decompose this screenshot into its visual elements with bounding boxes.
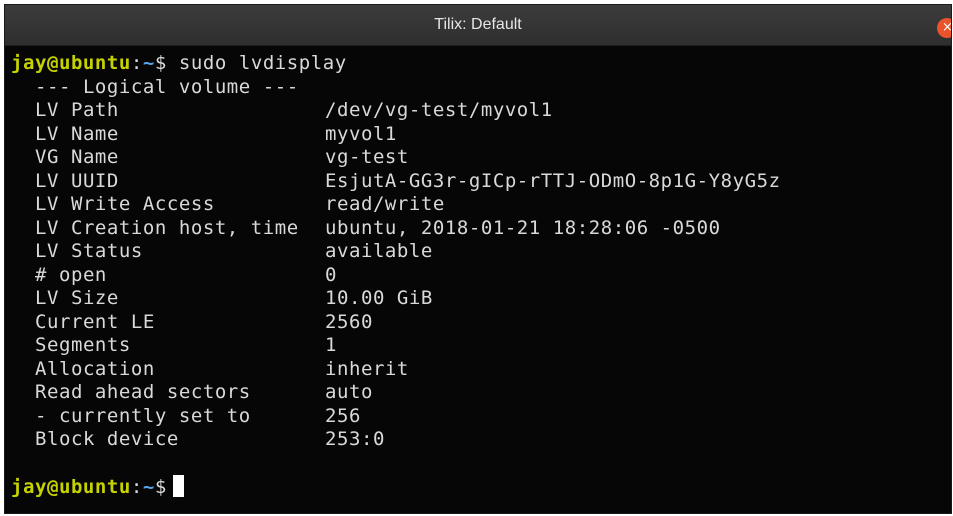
attribute-row: Allocation inherit [11,358,951,382]
lv-attributes: LV Path/dev/vg-test/myvol1 LV Name myvol1… [11,99,951,452]
output-header-text: --- Logical volume --- [34,75,299,98]
attribute-key: LV Write Access [34,193,215,215]
attribute-key: # open [34,263,107,286]
attribute-row: LV Name myvol1 [11,123,951,147]
attribute-row: Block device 253:0 [11,428,951,452]
window-title: Tilix: Default [434,16,522,33]
prompt-user-host: jay@ubuntu [11,52,131,74]
prompt-separator: : [130,52,143,74]
output-header: --- Logical volume --- [11,76,951,100]
attribute-key: Read ahead sectors [34,381,251,403]
attribute-key: Current LE [34,310,155,333]
prompt-separator: : [130,475,143,498]
prompt-path: ~ [142,475,155,498]
terminal-output[interactable]: jay@ubuntu:~$ sudo lvdisplay --- Logical… [5,46,951,513]
attribute-key: LV Name [34,122,119,145]
attribute-value: vg-test [324,146,409,168]
attribute-value: 1 [324,334,337,356]
attribute-value: /dev/vg-test/myvol1 [324,99,553,121]
attribute-key: LV UUID [34,169,119,192]
attribute-key: Block device [34,428,179,450]
attribute-value: inherit [324,357,409,380]
close-icon[interactable]: × [937,18,951,38]
prompt-path: ~ [142,52,155,74]
attribute-key: LV Path [34,99,119,121]
attribute-row: # open 0 [11,264,951,288]
attribute-value: myvol1 [324,122,397,145]
attribute-value: EsjutA-GG3r-gICp-rTTJ-ODmO-8p1G-Y8yG5z [324,169,781,192]
attribute-row: Current LE 2560 [11,311,951,335]
attribute-row: Segments 1 [11,334,951,358]
attribute-row: LV UUID EsjutA-GG3r-gICp-rTTJ-ODmO-8p1G-Y… [11,170,951,194]
attribute-value: 2560 [324,310,373,333]
terminal-window: Tilix: Default × jay@ubuntu:~$ sudo lvdi… [4,4,952,514]
command-text: sudo lvdisplay [178,52,347,74]
command-line: jay@ubuntu:~$ sudo lvdisplay [11,52,951,76]
attribute-key: LV Status [34,240,143,262]
attribute-row: LV Write Access read/write [11,193,951,217]
active-prompt-line[interactable]: jay@ubuntu:~$ [11,474,951,499]
attribute-value: ubuntu, 2018-01-21 18:28:06 -0500 [324,216,721,239]
attribute-row: LV Size 10.00 GiB [11,287,951,311]
attribute-key: VG Name [34,146,119,168]
attribute-value: 10.00 GiB [324,287,433,309]
attribute-value: available [324,240,433,262]
attribute-value: read/write [324,193,445,215]
attribute-row: Read ahead sectors auto [11,381,951,405]
prompt-symbol: $ [154,52,167,74]
attribute-value: 253:0 [324,428,385,450]
attribute-value: 0 [324,263,337,286]
attribute-row: LV Status available [11,240,951,264]
text-cursor [172,474,184,497]
attribute-key: LV Creation host, time [34,216,299,239]
attribute-value: 256 [324,404,361,427]
attribute-row: LV Path/dev/vg-test/myvol1 [11,99,951,123]
attribute-row: VG Name vg-test [11,146,951,170]
prompt-user-host: jay@ubuntu [11,475,131,498]
attribute-key: - currently set to [34,404,251,427]
attribute-key: LV Size [34,287,119,309]
attribute-row: LV Creation host, time ubuntu, 2018-01-21… [11,217,951,241]
title-bar[interactable]: Tilix: Default × [5,5,951,46]
prompt-symbol: $ [154,475,167,498]
attribute-value: auto [324,381,373,403]
attribute-key: Allocation [34,357,155,380]
attribute-key: Segments [34,334,131,356]
attribute-row: - currently set to 256 [11,405,951,429]
